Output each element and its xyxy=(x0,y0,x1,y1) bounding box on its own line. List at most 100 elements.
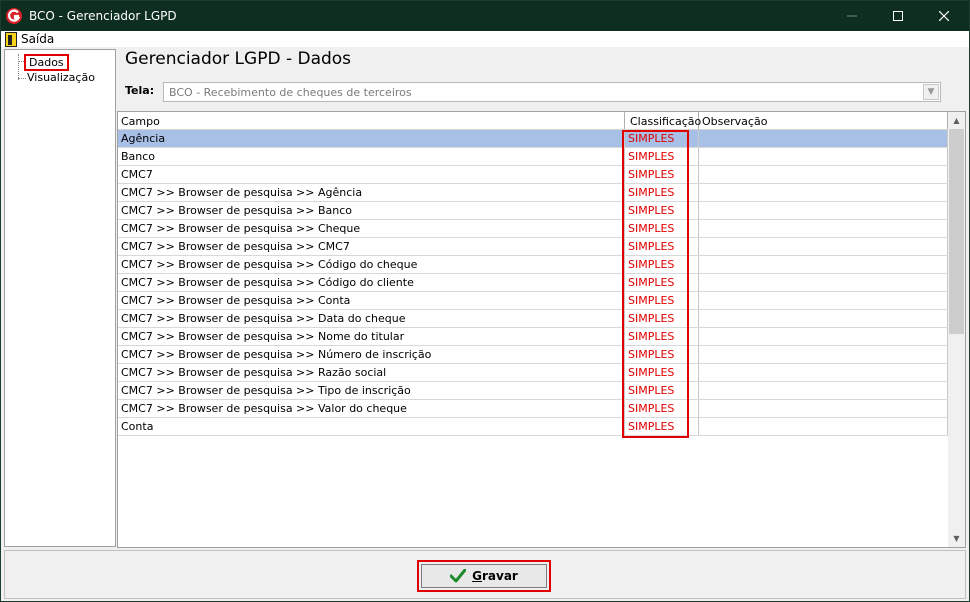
table-row[interactable]: CMC7 >> Browser de pesquisa >> Data do c… xyxy=(118,310,948,328)
tree-connector xyxy=(18,78,26,79)
table-row[interactable]: CMC7 >> Browser de pesquisa >> Cheque SI… xyxy=(118,220,948,238)
scroll-up-icon[interactable]: ▲ xyxy=(948,112,965,129)
navigation-tree: Dados Visualização xyxy=(4,49,116,547)
cell-classificacao[interactable]: SIMPLES xyxy=(625,202,699,219)
scroll-down-icon[interactable]: ▼ xyxy=(948,530,965,547)
cell-campo[interactable]: Agência xyxy=(118,130,625,147)
cell-observacao[interactable] xyxy=(699,364,948,381)
cell-campo[interactable]: CMC7 >> Browser de pesquisa >> Valor do … xyxy=(118,400,625,417)
cell-campo[interactable]: Conta xyxy=(118,418,625,435)
cell-classificacao[interactable]: SIMPLES xyxy=(625,148,699,165)
exit-door-icon xyxy=(5,31,17,47)
cell-classificacao[interactable]: SIMPLES xyxy=(625,238,699,255)
cell-classificacao[interactable]: SIMPLES xyxy=(625,166,699,183)
table-row[interactable]: CMC7 >> Browser de pesquisa >> Conta SIM… xyxy=(118,292,948,310)
save-button-face[interactable]: Gravar xyxy=(421,564,547,588)
cell-campo[interactable]: CMC7 xyxy=(118,166,625,183)
table-row[interactable]: Conta SIMPLES xyxy=(118,418,948,436)
table-row[interactable]: CMC7 >> Browser de pesquisa >> Nome do t… xyxy=(118,328,948,346)
cell-observacao[interactable] xyxy=(699,166,948,183)
tree-item-dados[interactable]: Dados xyxy=(24,54,69,71)
table-row[interactable]: CMC7 >> Browser de pesquisa >> Valor do … xyxy=(118,400,948,418)
table-row[interactable]: Banco SIMPLES xyxy=(118,148,948,166)
minimize-icon xyxy=(847,15,857,17)
table-row[interactable]: CMC7 >> Browser de pesquisa >> Razão soc… xyxy=(118,364,948,382)
close-button[interactable] xyxy=(921,1,967,31)
table-row[interactable]: CMC7 SIMPLES xyxy=(118,166,948,184)
column-header-observacao[interactable]: Observação xyxy=(699,112,948,129)
table-row[interactable]: Agência SIMPLES xyxy=(118,130,948,148)
cell-observacao[interactable] xyxy=(699,292,948,309)
cell-observacao[interactable] xyxy=(699,274,948,291)
cell-classificacao[interactable]: SIMPLES xyxy=(625,382,699,399)
minimize-button[interactable] xyxy=(829,1,875,31)
save-button[interactable]: Gravar xyxy=(417,560,551,592)
cell-observacao[interactable] xyxy=(699,310,948,327)
cell-classificacao[interactable]: SIMPLES xyxy=(625,328,699,345)
app-logo-icon xyxy=(6,8,22,24)
cell-observacao[interactable] xyxy=(699,418,948,435)
column-header-campo[interactable]: Campo xyxy=(118,112,625,129)
app-window: BCO - Gerenciador LGPD Saída Dados Visua… xyxy=(0,0,970,602)
cell-classificacao[interactable]: SIMPLES xyxy=(625,220,699,237)
tela-select[interactable]: BCO - Recebimento de cheques de terceiro… xyxy=(163,82,941,102)
cell-classificacao[interactable]: SIMPLES xyxy=(625,184,699,201)
cell-observacao[interactable] xyxy=(699,148,948,165)
cell-observacao[interactable] xyxy=(699,130,948,147)
table-row[interactable]: CMC7 >> Browser de pesquisa >> Número de… xyxy=(118,346,948,364)
cell-classificacao[interactable]: SIMPLES xyxy=(625,364,699,381)
cell-classificacao[interactable]: SIMPLES xyxy=(625,310,699,327)
page-title: Gerenciador LGPD - Dados xyxy=(125,49,352,69)
cell-observacao[interactable] xyxy=(699,184,948,201)
cell-campo[interactable]: CMC7 >> Browser de pesquisa >> Código do… xyxy=(118,256,625,273)
table-row[interactable]: CMC7 >> Browser de pesquisa >> CMC7 SIMP… xyxy=(118,238,948,256)
cell-observacao[interactable] xyxy=(699,220,948,237)
chevron-down-icon[interactable]: ▼ xyxy=(923,84,939,100)
cell-campo[interactable]: CMC7 >> Browser de pesquisa >> Data do c… xyxy=(118,310,625,327)
menu-bar: Saída xyxy=(1,31,969,47)
tree-item-visualizacao[interactable]: Visualização xyxy=(27,71,95,84)
cell-campo[interactable]: CMC7 >> Browser de pesquisa >> Código do… xyxy=(118,274,625,291)
cell-campo[interactable]: CMC7 >> Browser de pesquisa >> Tipo de i… xyxy=(118,382,625,399)
cell-classificacao[interactable]: SIMPLES xyxy=(625,346,699,363)
cell-observacao[interactable] xyxy=(699,382,948,399)
cell-observacao[interactable] xyxy=(699,202,948,219)
cell-campo[interactable]: CMC7 >> Browser de pesquisa >> CMC7 xyxy=(118,238,625,255)
table-row[interactable]: CMC7 >> Browser de pesquisa >> Banco SIM… xyxy=(118,202,948,220)
cell-campo[interactable]: Banco xyxy=(118,148,625,165)
cell-observacao[interactable] xyxy=(699,400,948,417)
tela-select-value: BCO - Recebimento de cheques de terceiro… xyxy=(169,86,412,99)
cell-campo[interactable]: CMC7 >> Browser de pesquisa >> Conta xyxy=(118,292,625,309)
cell-classificacao[interactable]: SIMPLES xyxy=(625,256,699,273)
table-row[interactable]: CMC7 >> Browser de pesquisa >> Tipo de i… xyxy=(118,382,948,400)
cell-campo[interactable]: CMC7 >> Browser de pesquisa >> Cheque xyxy=(118,220,625,237)
close-icon xyxy=(939,11,949,21)
save-button-label: Gravar xyxy=(472,569,518,583)
cell-classificacao[interactable]: SIMPLES xyxy=(625,292,699,309)
vertical-scrollbar[interactable]: ▲ ▼ xyxy=(948,112,965,547)
cell-observacao[interactable] xyxy=(699,346,948,363)
maximize-button[interactable] xyxy=(875,1,921,31)
table-row[interactable]: CMC7 >> Browser de pesquisa >> Código do… xyxy=(118,274,948,292)
cell-observacao[interactable] xyxy=(699,238,948,255)
cell-classificacao[interactable]: SIMPLES xyxy=(625,274,699,291)
cell-classificacao[interactable]: SIMPLES xyxy=(625,130,699,147)
cell-campo[interactable]: CMC7 >> Browser de pesquisa >> Nome do t… xyxy=(118,328,625,345)
scrollbar-thumb[interactable] xyxy=(949,129,964,334)
table-row[interactable]: CMC7 >> Browser de pesquisa >> Código do… xyxy=(118,256,948,274)
cell-classificacao[interactable]: SIMPLES xyxy=(625,400,699,417)
menu-exit[interactable]: Saída xyxy=(5,31,54,47)
cell-observacao[interactable] xyxy=(699,328,948,345)
cell-observacao[interactable] xyxy=(699,256,948,273)
table-row[interactable]: CMC7 >> Browser de pesquisa >> Agência S… xyxy=(118,184,948,202)
cell-campo[interactable]: CMC7 >> Browser de pesquisa >> Agência xyxy=(118,184,625,201)
window-title: BCO - Gerenciador LGPD xyxy=(29,9,177,23)
tree-connector xyxy=(18,54,19,80)
cell-classificacao[interactable]: SIMPLES xyxy=(625,418,699,435)
checkmark-icon xyxy=(450,569,467,583)
cell-campo[interactable]: CMC7 >> Browser de pesquisa >> Razão soc… xyxy=(118,364,625,381)
cell-campo[interactable]: CMC7 >> Browser de pesquisa >> Banco xyxy=(118,202,625,219)
column-header-classificacao[interactable]: Classificação xyxy=(625,112,701,129)
title-bar[interactable]: BCO - Gerenciador LGPD xyxy=(1,1,969,31)
cell-campo[interactable]: CMC7 >> Browser de pesquisa >> Número de… xyxy=(118,346,625,363)
